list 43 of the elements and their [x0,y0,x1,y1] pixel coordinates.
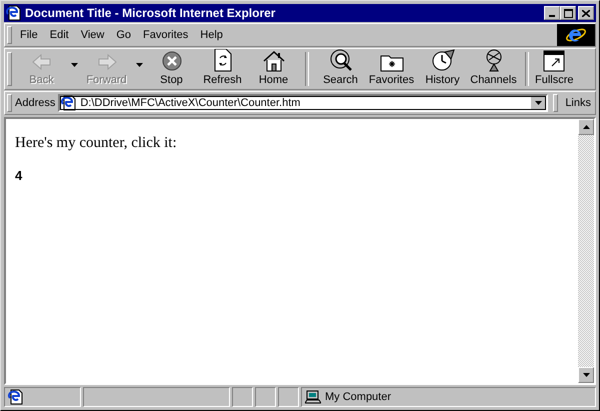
scroll-up-button[interactable] [578,119,594,135]
menu-item[interactable]: View [76,29,112,41]
computer-icon [305,390,321,404]
status-pane [232,387,253,407]
counter-value[interactable]: 4 [15,168,22,183]
browser-logo [557,24,595,46]
zone-label: My Computer [325,391,392,403]
page-icon [6,5,22,21]
search-button[interactable]: Search [315,49,366,89]
menu-item[interactable]: Help [196,29,231,41]
up-arrow-icon [582,125,590,129]
menu-item[interactable]: File [16,29,46,41]
address-label: Address [15,97,56,109]
arrow-icon [30,52,52,72]
page-icon [8,389,24,405]
stop-icon [160,50,182,72]
maximize-icon [564,8,572,18]
fullscreen-button[interactable]: Fullscre [535,49,576,89]
down-arrow-icon [582,373,590,377]
address-field[interactable]: D:\DDrive\MFC\ActiveX\Counter\Counter.htm [58,94,548,112]
history-button[interactable]: History [417,49,468,89]
refresh-button[interactable]: Refresh [197,49,248,89]
menu-item[interactable]: Favorites [139,29,196,41]
window-title: Document Title - Microsoft Internet Explorer [25,6,276,20]
minimize-button[interactable] [544,6,560,20]
maximize-button[interactable] [560,6,576,20]
scroll-down-button[interactable] [578,367,594,383]
menu-item[interactable]: Go [112,29,140,41]
channels-button[interactable]: Channels [468,49,519,89]
house-icon [262,50,286,72]
close-button[interactable] [578,6,594,20]
close-icon [582,10,590,16]
stop-button[interactable]: Stop [146,49,197,89]
status-pane [278,387,299,407]
favorites-button[interactable]: Favorites [366,49,417,89]
menu-item[interactable]: Edit [46,29,77,41]
dropdown-caret-icon[interactable] [530,96,546,110]
page-text: Here's my counter, click it: [15,135,178,152]
home-button[interactable]: Home [248,49,299,89]
links-button[interactable]: Links [561,97,595,109]
page-icon [61,95,78,111]
status-pane [255,387,276,407]
arrow-icon [96,52,118,72]
